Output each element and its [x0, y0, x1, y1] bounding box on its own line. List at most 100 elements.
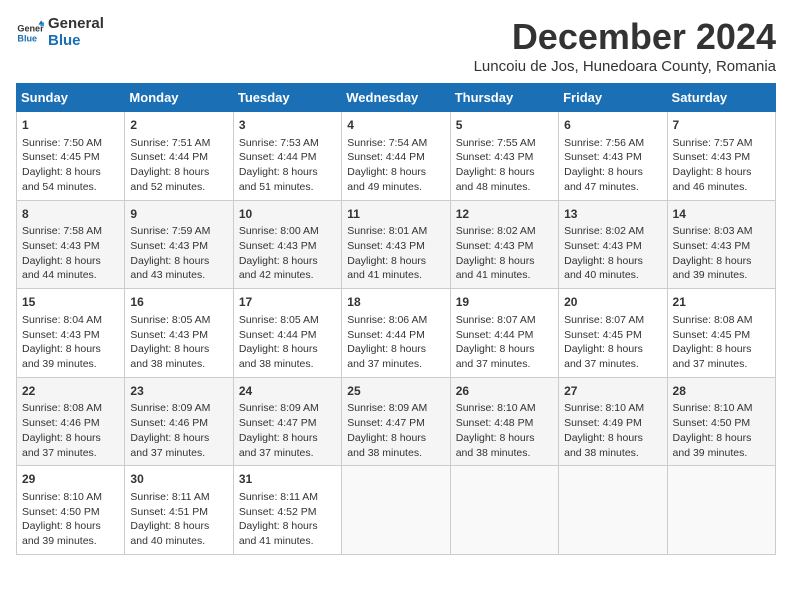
calendar-cell: 12Sunrise: 8:02 AMSunset: 4:43 PMDayligh… — [450, 200, 558, 289]
week-row-3: 15Sunrise: 8:04 AMSunset: 4:43 PMDayligh… — [17, 289, 776, 378]
day-number: 11 — [347, 206, 444, 223]
day-info-line: Sunrise: 8:02 AM — [564, 224, 661, 239]
day-info-line: Daylight: 8 hours — [564, 431, 661, 446]
day-info-line: and 39 minutes. — [673, 268, 770, 283]
calendar-cell: 6Sunrise: 7:56 AMSunset: 4:43 PMDaylight… — [559, 112, 667, 201]
day-info-line: Daylight: 8 hours — [239, 519, 336, 534]
calendar-cell — [667, 466, 775, 555]
calendar-cell: 4Sunrise: 7:54 AMSunset: 4:44 PMDaylight… — [342, 112, 450, 201]
day-info-line: Sunset: 4:45 PM — [564, 328, 661, 343]
calendar-cell: 10Sunrise: 8:00 AMSunset: 4:43 PMDayligh… — [233, 200, 341, 289]
calendar-cell: 18Sunrise: 8:06 AMSunset: 4:44 PMDayligh… — [342, 289, 450, 378]
calendar-cell: 24Sunrise: 8:09 AMSunset: 4:47 PMDayligh… — [233, 377, 341, 466]
day-info-line: and 41 minutes. — [347, 268, 444, 283]
col-header-sunday: Sunday — [17, 84, 125, 112]
day-info-line: Daylight: 8 hours — [22, 431, 119, 446]
calendar-cell: 21Sunrise: 8:08 AMSunset: 4:45 PMDayligh… — [667, 289, 775, 378]
calendar-cell: 13Sunrise: 8:02 AMSunset: 4:43 PMDayligh… — [559, 200, 667, 289]
day-number: 7 — [673, 117, 770, 134]
day-info-line: Daylight: 8 hours — [130, 519, 227, 534]
day-number: 5 — [456, 117, 553, 134]
logo-general: General — [48, 16, 104, 33]
day-number: 15 — [22, 294, 119, 311]
day-number: 20 — [564, 294, 661, 311]
day-info-line: and 42 minutes. — [239, 268, 336, 283]
calendar-cell: 5Sunrise: 7:55 AMSunset: 4:43 PMDaylight… — [450, 112, 558, 201]
day-info-line: Daylight: 8 hours — [673, 342, 770, 357]
day-number: 23 — [130, 383, 227, 400]
day-info-line: Daylight: 8 hours — [673, 254, 770, 269]
day-info-line: Sunset: 4:45 PM — [22, 150, 119, 165]
day-info-line: Sunset: 4:43 PM — [22, 328, 119, 343]
calendar-cell: 7Sunrise: 7:57 AMSunset: 4:43 PMDaylight… — [667, 112, 775, 201]
day-info-line: Daylight: 8 hours — [456, 254, 553, 269]
day-info-line: Daylight: 8 hours — [22, 519, 119, 534]
day-info-line: Daylight: 8 hours — [239, 431, 336, 446]
calendar-cell — [342, 466, 450, 555]
day-info-line: Sunset: 4:44 PM — [347, 328, 444, 343]
day-number: 22 — [22, 383, 119, 400]
day-number: 24 — [239, 383, 336, 400]
week-row-5: 29Sunrise: 8:10 AMSunset: 4:50 PMDayligh… — [17, 466, 776, 555]
calendar-cell: 15Sunrise: 8:04 AMSunset: 4:43 PMDayligh… — [17, 289, 125, 378]
week-row-1: 1Sunrise: 7:50 AMSunset: 4:45 PMDaylight… — [17, 112, 776, 201]
calendar-cell: 2Sunrise: 7:51 AMSunset: 4:44 PMDaylight… — [125, 112, 233, 201]
day-info-line: Sunrise: 7:56 AM — [564, 136, 661, 151]
calendar-cell: 29Sunrise: 8:10 AMSunset: 4:50 PMDayligh… — [17, 466, 125, 555]
day-info-line: Daylight: 8 hours — [456, 165, 553, 180]
calendar-cell: 14Sunrise: 8:03 AMSunset: 4:43 PMDayligh… — [667, 200, 775, 289]
day-number: 27 — [564, 383, 661, 400]
day-info-line: Sunset: 4:43 PM — [130, 239, 227, 254]
day-info-line: Sunset: 4:48 PM — [456, 416, 553, 431]
day-info-line: Sunrise: 8:03 AM — [673, 224, 770, 239]
calendar-cell: 16Sunrise: 8:05 AMSunset: 4:43 PMDayligh… — [125, 289, 233, 378]
day-info-line: Daylight: 8 hours — [564, 342, 661, 357]
calendar-cell: 26Sunrise: 8:10 AMSunset: 4:48 PMDayligh… — [450, 377, 558, 466]
day-info-line: and 37 minutes. — [130, 446, 227, 461]
col-header-saturday: Saturday — [667, 84, 775, 112]
day-info-line: Daylight: 8 hours — [239, 342, 336, 357]
day-info-line: Sunrise: 7:51 AM — [130, 136, 227, 151]
day-info-line: Sunrise: 7:54 AM — [347, 136, 444, 151]
logo: General Blue General Blue — [16, 16, 104, 49]
day-number: 16 — [130, 294, 227, 311]
week-row-2: 8Sunrise: 7:58 AMSunset: 4:43 PMDaylight… — [17, 200, 776, 289]
day-number: 10 — [239, 206, 336, 223]
col-header-tuesday: Tuesday — [233, 84, 341, 112]
day-number: 26 — [456, 383, 553, 400]
day-info-line: Sunrise: 8:09 AM — [347, 401, 444, 416]
svg-text:General: General — [17, 23, 44, 33]
day-info-line: and 38 minutes. — [130, 357, 227, 372]
day-info-line: Daylight: 8 hours — [456, 342, 553, 357]
calendar-cell — [559, 466, 667, 555]
day-info-line: and 38 minutes. — [239, 357, 336, 372]
col-header-friday: Friday — [559, 84, 667, 112]
calendar-cell: 8Sunrise: 7:58 AMSunset: 4:43 PMDaylight… — [17, 200, 125, 289]
day-info-line: Sunrise: 8:05 AM — [130, 313, 227, 328]
day-info-line: Daylight: 8 hours — [347, 254, 444, 269]
day-info-line: Daylight: 8 hours — [130, 431, 227, 446]
day-info-line: Daylight: 8 hours — [22, 254, 119, 269]
day-number: 4 — [347, 117, 444, 134]
day-info-line: and 48 minutes. — [456, 180, 553, 195]
day-info-line: and 43 minutes. — [130, 268, 227, 283]
day-info-line: and 37 minutes. — [347, 357, 444, 372]
col-header-thursday: Thursday — [450, 84, 558, 112]
day-info-line: Sunrise: 8:10 AM — [22, 490, 119, 505]
day-number: 19 — [456, 294, 553, 311]
day-info-line: Sunrise: 8:07 AM — [456, 313, 553, 328]
day-info-line: Sunset: 4:44 PM — [130, 150, 227, 165]
day-info-line: Daylight: 8 hours — [673, 431, 770, 446]
day-info-line: Daylight: 8 hours — [347, 165, 444, 180]
day-info-line: and 52 minutes. — [130, 180, 227, 195]
calendar-cell: 25Sunrise: 8:09 AMSunset: 4:47 PMDayligh… — [342, 377, 450, 466]
day-number: 3 — [239, 117, 336, 134]
calendar-cell: 20Sunrise: 8:07 AMSunset: 4:45 PMDayligh… — [559, 289, 667, 378]
day-info-line: and 44 minutes. — [22, 268, 119, 283]
day-info-line: Daylight: 8 hours — [456, 431, 553, 446]
day-info-line: and 38 minutes. — [347, 446, 444, 461]
svg-text:Blue: Blue — [17, 33, 37, 43]
calendar-cell: 11Sunrise: 8:01 AMSunset: 4:43 PMDayligh… — [342, 200, 450, 289]
logo-icon: General Blue — [16, 19, 44, 47]
day-info-line: Sunrise: 7:59 AM — [130, 224, 227, 239]
